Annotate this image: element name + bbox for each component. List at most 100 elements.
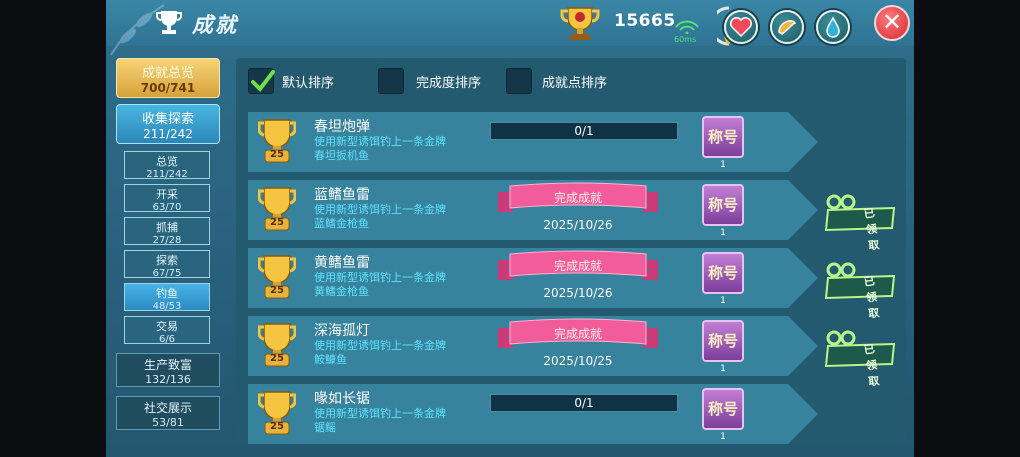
sort-points-checkbox[interactable] bbox=[506, 68, 532, 94]
achievement-points: 25 bbox=[270, 285, 284, 296]
achievement-row[interactable]: 25 春坦炮弹 使用新型诱饵钓上一条金牌 春坦扳机鱼 0/1 称号 1 bbox=[248, 112, 818, 172]
achievement-desc-line1: 使用新型诱饵钓上一条金牌 bbox=[314, 407, 446, 420]
achievement-name: 喙如长锯 bbox=[314, 391, 370, 407]
close-button[interactable]: ✕ bbox=[874, 5, 910, 41]
sort-completion-label[interactable]: 完成度排序 bbox=[416, 72, 481, 91]
close-icon: ✕ bbox=[881, 8, 903, 36]
reward-count: 1 bbox=[720, 432, 726, 442]
achievement-description: 使用新型诱饵钓上一条金牌 鮟鱇鱼 bbox=[314, 339, 494, 367]
sidebar-collect-count: 211/242 bbox=[143, 127, 193, 141]
sidebar-sub-label: 交易 bbox=[156, 320, 178, 333]
sidebar-social-button[interactable]: 社交展示 53/81 bbox=[116, 396, 220, 430]
sort-default-label[interactable]: 默认排序 bbox=[282, 72, 334, 91]
hunger-stat-button[interactable] bbox=[770, 10, 804, 44]
sidebar-sub-mining[interactable]: 开采 63/70 bbox=[124, 184, 210, 213]
sidebar-sub-label: 钓鱼 bbox=[156, 287, 178, 300]
sidebar-sub-count: 48/53 bbox=[152, 301, 182, 312]
health-stat-button[interactable] bbox=[724, 10, 758, 44]
achievement-points: 25 bbox=[270, 421, 284, 432]
sidebar-sub-count: 27/28 bbox=[152, 235, 182, 246]
title-reward-label: 称号 bbox=[707, 400, 738, 418]
title-reward-badge[interactable]: 称号 bbox=[702, 388, 744, 430]
completion-date: 2025/10/26 bbox=[543, 286, 613, 300]
trophy-title-icon bbox=[156, 11, 182, 34]
sidebar-overview-label: 成就总览 bbox=[141, 66, 194, 81]
achievement-description: 使用新型诱饵钓上一条金牌 蓝鳍金枪鱼 bbox=[314, 203, 494, 231]
reward-count: 1 bbox=[720, 228, 726, 238]
sidebar-social-label: 社交展示 bbox=[143, 401, 192, 415]
sidebar-sub-capture[interactable]: 抓捕 27/28 bbox=[124, 217, 210, 246]
water-drop-icon bbox=[826, 16, 840, 38]
sidebar-sub-trade[interactable]: 交易 6/6 bbox=[124, 316, 210, 345]
achievement-desc-line1: 使用新型诱饵钓上一条金牌 bbox=[314, 271, 446, 284]
achievement-points: 25 bbox=[270, 353, 284, 364]
sidebar-sub-label: 探索 bbox=[156, 254, 178, 267]
reward-count: 1 bbox=[720, 364, 726, 374]
sort-points-label[interactable]: 成就点排序 bbox=[542, 72, 607, 91]
achievement-desc-line1: 使用新型诱饵钓上一条金牌 bbox=[314, 339, 446, 352]
achievement-row[interactable]: 25 喙如长锯 使用新型诱饵钓上一条金牌 锯鳐 0/1 称号 1 bbox=[248, 384, 818, 444]
achievement-progress: 0/1 bbox=[490, 122, 678, 140]
title-reward-label: 称号 bbox=[707, 128, 738, 146]
sidebar-production-count: 132/136 bbox=[145, 373, 191, 386]
sidebar-overview-count: 700/741 bbox=[140, 81, 196, 95]
title-reward-badge[interactable]: 称号 bbox=[702, 320, 744, 362]
reward-count: 1 bbox=[720, 160, 726, 170]
achievement-panel: 成就 15665 60ms ✕ 成就总览 700/741 收集探索 211/24… bbox=[106, 0, 914, 457]
sidebar-sub-fishing[interactable]: 钓鱼 48/53 bbox=[124, 283, 210, 312]
heart-icon bbox=[730, 17, 752, 38]
achievement-name: 春坦炮弹 bbox=[314, 119, 370, 135]
completion-date: 2025/10/25 bbox=[543, 354, 613, 368]
achievement-name: 黄鳍鱼雷 bbox=[314, 255, 370, 271]
complete-label: 完成成就 bbox=[553, 327, 602, 341]
network-ping: 60ms bbox=[674, 35, 697, 44]
reward-count: 1 bbox=[720, 296, 726, 306]
sidebar-sub-overview[interactable]: 总览 211/242 bbox=[124, 151, 210, 180]
sidebar-sub-explore[interactable]: 探索 67/75 bbox=[124, 250, 210, 279]
wifi-signal-icon bbox=[675, 20, 699, 34]
achievement-points: 25 bbox=[270, 149, 284, 160]
title-reward-badge[interactable]: 称号 bbox=[702, 184, 744, 226]
achievement-desc-line2: 鮟鱇鱼 bbox=[314, 353, 347, 366]
completion-date: 2025/10/26 bbox=[543, 218, 613, 232]
achievement-description: 使用新型诱饵钓上一条金牌 锯鳐 bbox=[314, 407, 494, 435]
sidebar-sub-count: 63/70 bbox=[152, 202, 182, 213]
claimed-stamp-icon bbox=[824, 262, 896, 300]
title-reward-label: 称号 bbox=[707, 196, 738, 214]
sidebar-sub-label: 总览 bbox=[156, 155, 178, 168]
title-reward-label: 称号 bbox=[707, 264, 738, 282]
achievement-row[interactable]: 25 黄鳍鱼雷 使用新型诱饵钓上一条金牌 黄鳍金枪鱼 完成成就 2025/10/… bbox=[248, 248, 896, 321]
claimed-stamp-icon bbox=[824, 194, 896, 232]
sidebar-production-button[interactable]: 生产致富 132/136 bbox=[116, 353, 220, 387]
achievement-desc-line2: 黄鳍金枪鱼 bbox=[314, 285, 369, 298]
achievement-description: 使用新型诱饵钓上一条金牌 春坦扳机鱼 bbox=[314, 135, 494, 163]
trophy-score-icon bbox=[560, 7, 600, 40]
achievement-score: 15665 bbox=[614, 11, 676, 31]
complete-label: 完成成就 bbox=[553, 259, 602, 273]
sidebar-sub-count: 6/6 bbox=[158, 334, 176, 345]
title-reward-badge[interactable]: 称号 bbox=[702, 252, 744, 294]
sidebar-overview-button[interactable]: 成就总览 700/741 bbox=[116, 58, 220, 98]
sort-completion-checkbox[interactable] bbox=[378, 68, 404, 94]
sort-default-checkbox[interactable] bbox=[248, 68, 275, 94]
title-reward-label: 称号 bbox=[707, 332, 738, 350]
sidebar-production-label: 生产致富 bbox=[143, 358, 192, 372]
bread-icon bbox=[778, 20, 797, 35]
game-screen: 成就 15665 60ms ✕ 成就总览 700/741 收集探索 211/24… bbox=[0, 0, 1020, 457]
complete-label: 完成成就 bbox=[553, 191, 602, 205]
water-stat-button[interactable] bbox=[816, 10, 850, 44]
header-bar: 成就 15665 60ms ✕ bbox=[106, 0, 914, 56]
claimed-stamp-icon bbox=[824, 330, 896, 368]
sidebar-collect-label: 收集探索 bbox=[141, 112, 194, 127]
sidebar-sub-count: 211/242 bbox=[146, 169, 188, 180]
checkmark-icon bbox=[251, 70, 275, 93]
achievement-desc-line2: 锯鳐 bbox=[314, 421, 336, 434]
sidebar-sub-label: 开采 bbox=[156, 188, 178, 201]
achievement-row[interactable]: 25 蓝鳍鱼雷 使用新型诱饵钓上一条金牌 蓝鳍金枪鱼 完成成就 2025/10/… bbox=[248, 180, 896, 253]
sidebar-collect-button[interactable]: 收集探索 211/242 bbox=[116, 104, 220, 144]
page-title: 成就 bbox=[192, 13, 238, 37]
achievement-desc-line1: 使用新型诱饵钓上一条金牌 bbox=[314, 135, 446, 148]
title-reward-badge[interactable]: 称号 bbox=[702, 116, 744, 158]
sidebar-sub-count: 67/75 bbox=[152, 268, 182, 279]
achievement-row[interactable]: 25 深海孤灯 使用新型诱饵钓上一条金牌 鮟鱇鱼 完成成就 2025/10/25… bbox=[248, 316, 896, 389]
